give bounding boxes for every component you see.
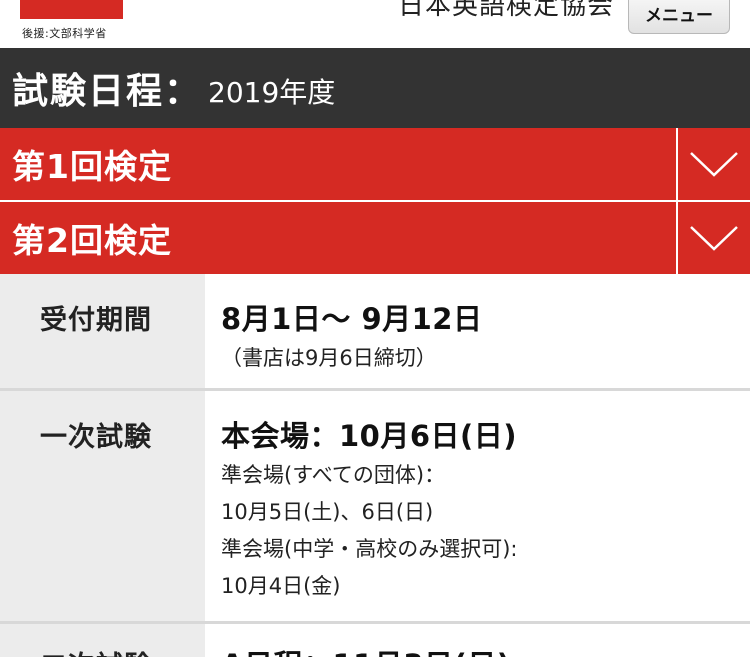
row-label-cell: 一次試験 [0,391,205,621]
accordion-label: 第1回検定 [12,147,172,186]
row-content-cell: 本会場：10月6日(日) 準会場(すべての団体)： 10月5日(土)、6日(日)… [205,391,750,621]
accordion-toggle-1[interactable] [678,128,750,200]
row-label: 一次試験 [40,422,152,453]
row-label-cell: 二次試験 [0,624,205,657]
accordion-exam-2[interactable]: 第2回検定 [0,202,750,274]
row-label: 二次試験 [40,644,152,657]
table-row-reception: 受付期間 8月1日～ 9月12日 （書店は9月6日締切） [0,274,750,388]
first-exam-line: 10月4日(金) [221,574,341,598]
page-year: 2019年度 [208,76,336,109]
menu-button[interactable]: メニュー [628,0,730,34]
accordion-toggle-2[interactable] [678,202,750,274]
reception-note: （書店は9月6日締切） [221,346,437,370]
first-exam-main-date: 本会場：10月6日(日) [221,419,518,453]
page-title-bar: 試験日程： 2019年度 [0,48,750,128]
row-content-cell: A日程：11月3日(日) [205,624,750,657]
table-row-second-exam: 二次試験 A日程：11月3日(日) [0,624,750,657]
chevron-down-icon [690,226,738,251]
second-exam-main-date: A日程：11月3日(日) [221,642,750,657]
accordion-label: 第2回検定 [12,221,172,260]
first-exam-line: 10月5日(土)、6日(日) [221,500,434,524]
table-row-first-exam: 一次試験 本会場：10月6日(日) 準会場(すべての団体)： 10月5日(土)、… [0,391,750,621]
accordion-exam-1[interactable]: 第1回検定 [0,128,750,200]
row-label-cell: 受付期間 [0,274,205,388]
support-text: 後援:文部科学省 [22,27,107,40]
row-content-cell: 8月1日～ 9月12日 （書店は9月6日締切） [205,274,750,388]
chevron-down-icon [690,152,738,177]
reception-period: 8月1日～ 9月12日 [221,302,483,336]
first-exam-line: 準会場(すべての団体)： [221,463,446,487]
site-header: 後援:文部科学省 日本英語検定協会 メニュー [0,0,750,48]
logo[interactable] [20,0,123,19]
first-exam-line: 準会場(中学・高校のみ選択可): [221,537,518,561]
page-title: 試験日程： [12,71,203,112]
row-label: 受付期間 [40,305,152,336]
org-name[interactable]: 日本英語検定協会 [398,0,614,22]
